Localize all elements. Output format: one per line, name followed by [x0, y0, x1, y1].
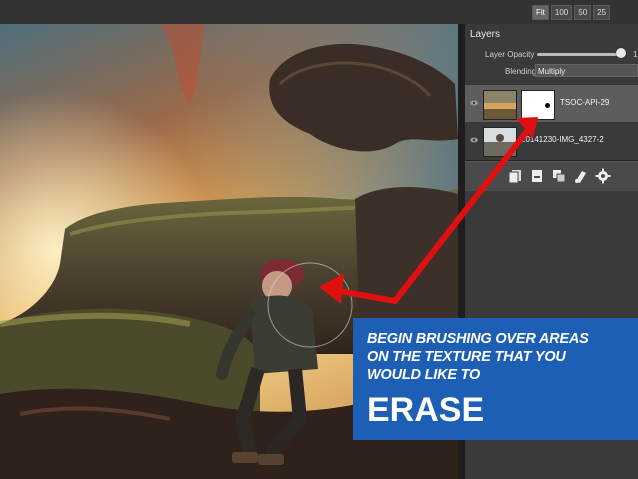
zoom-controls: Fit 100 50 25 — [532, 5, 611, 20]
eye-icon[interactable] — [470, 100, 478, 106]
zoom-50-button[interactable]: 50 — [574, 5, 592, 20]
layer-tools-row — [465, 161, 638, 191]
gear-icon[interactable] — [595, 168, 611, 184]
layer-opacity-slider[interactable] — [537, 53, 625, 56]
callout-line-1: BEGIN BRUSHING OVER AREAS — [367, 331, 589, 347]
zoom-fit-button[interactable]: Fit — [532, 5, 549, 20]
duplicate-layer-icon[interactable] — [529, 168, 545, 184]
callout-line-2: ON THE TEXTURE THAT YOU — [367, 349, 566, 365]
blending-mode-select[interactable]: Multiply — [535, 64, 638, 77]
top-toolbar: Fit 100 50 25 — [0, 0, 638, 25]
layer-thumbnail — [483, 90, 517, 120]
callout-line-3: WOULD LIKE TO — [367, 367, 481, 383]
layer-mask-thumbnail[interactable] — [521, 90, 555, 120]
callout-emphasis: ERASE — [367, 391, 485, 429]
layer-opacity-value: 1 — [633, 50, 638, 59]
layer-opacity-label: Layer Opacity — [485, 50, 535, 59]
fill-brush-icon[interactable] — [573, 168, 589, 184]
blending-label: Blending — [505, 67, 537, 76]
layer-name: TSOC-API-29 — [560, 98, 610, 107]
mask-brush-dot — [545, 103, 550, 108]
eye-icon[interactable] — [470, 137, 478, 143]
layer-row-tsoc-api-29[interactable]: TSOC-API-29 — [465, 85, 638, 123]
layer-row-20141230-img[interactable]: 20141230-IMG_4327-2 — [465, 122, 638, 160]
layer-thumbnail — [483, 127, 517, 157]
zoom-100-button[interactable]: 100 — [550, 5, 573, 20]
zoom-25-button[interactable]: 25 — [593, 5, 611, 20]
new-layer-icon[interactable] — [507, 168, 523, 184]
layers-panel-title: Layers — [470, 29, 501, 40]
instruction-callout: BEGIN BRUSHING OVER AREAS ON THE TEXTURE… — [353, 318, 638, 440]
layer-name: 20141230-IMG_4327-2 — [521, 135, 604, 144]
layer-opacity-slider-thumb[interactable] — [615, 48, 626, 58]
merge-layer-icon[interactable] — [551, 168, 567, 184]
